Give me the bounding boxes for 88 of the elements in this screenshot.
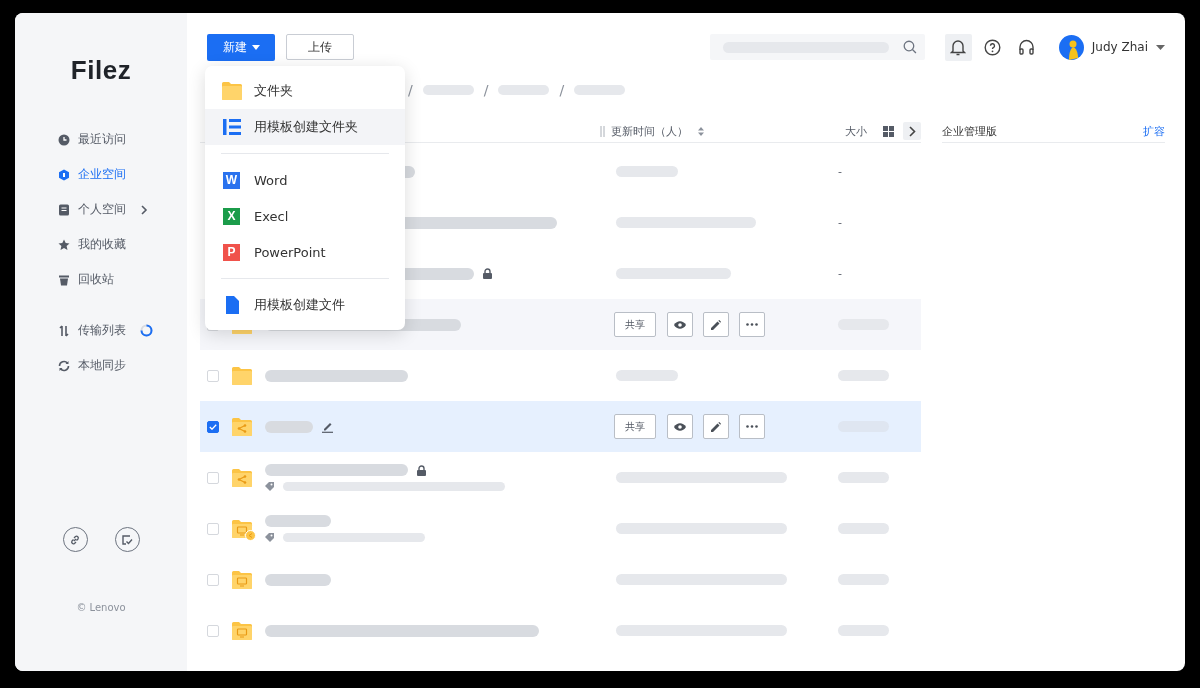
preview-button[interactable] [667,312,693,337]
breadcrumb-separator: / [408,82,413,98]
more-icon [746,323,758,326]
expand-panel-button[interactable] [903,122,921,140]
placeholder-bar [574,85,626,95]
pencil-icon [711,319,721,330]
breadcrumb-separator: / [483,82,489,98]
shared-folder-icon [232,468,252,487]
eye-icon [674,422,686,431]
link-icon [69,533,81,546]
star-icon [58,238,70,251]
user-menu[interactable]: Judy Zhai [1058,34,1165,60]
upload-button[interactable]: 上传 [286,34,354,60]
search-icon [902,40,917,54]
monitor-folder-icon [232,621,252,640]
placeholder-bar [498,85,550,95]
caret-icon [251,44,260,50]
edit-button[interactable] [703,414,729,439]
sidebar-item[interactable]: 我的收藏 [58,227,187,262]
placeholder-bar [616,166,678,177]
shared-monitor-folder-icon [232,519,256,541]
eye-icon [674,320,686,329]
folder-icon [222,82,242,100]
file-type-icon: W [223,171,240,189]
new-button[interactable]: 新建 [207,33,275,61]
pencil-icon [711,421,721,432]
user-name: Judy Zhai [1091,40,1148,54]
preview-button[interactable] [667,414,693,439]
shared-folder-icon [232,417,252,436]
menu-item[interactable]: X Execl [205,198,405,234]
placeholder-bar [265,573,331,586]
hexagon-icon [58,168,70,181]
size-text: - [838,267,842,280]
sidebar-item[interactable]: 回收站 [58,262,187,297]
column-header[interactable]: 大小 [845,123,867,139]
placeholder-bar [265,515,331,527]
column-resize-handle[interactable] [600,125,605,137]
menu-item[interactable]: P PowerPoint [205,234,405,270]
breadcrumb-separator: / [559,82,565,98]
notification-button[interactable] [944,33,972,61]
more-button[interactable] [739,312,765,337]
chevron-right-icon [140,204,148,215]
monitor-folder-icon [232,570,252,589]
menu-item[interactable]: 文件夹 [205,73,405,109]
folder-icon [232,366,252,385]
checkbox[interactable] [207,420,219,433]
bell-icon [950,38,967,56]
sort-icon[interactable] [698,126,704,136]
edit-button[interactable] [703,312,729,337]
expand-capacity-link[interactable]: 扩容 [1143,123,1165,139]
copyright-text: © Lenovo [76,602,126,613]
sidebar-item[interactable]: 传输列表 [58,313,187,348]
sidebar-item[interactable]: 个人空间 [58,192,187,227]
sidebar-item[interactable]: 本地同步 [58,348,187,383]
avatar-icon [1058,34,1084,60]
chevron-right-icon [908,125,916,137]
headset-icon [1017,38,1035,56]
menu-item[interactable]: 用模板创建文件夹 [205,109,405,145]
sidebar-item[interactable]: 企业空间 [58,157,187,192]
transfer-icon [58,324,70,337]
menu-item[interactable]: W Word [205,162,405,198]
share-button[interactable]: 共享 [614,414,656,439]
table-row[interactable]: 共享 [200,401,921,452]
trash-icon [58,273,70,286]
more-icon [746,425,758,428]
help-icon [983,38,1001,56]
search-field[interactable] [709,34,925,60]
app-logo: Filez [70,55,132,86]
column-header[interactable]: 更新时间（人） [611,123,688,139]
clock-icon [58,133,70,146]
placeholder-bar [265,420,313,433]
share-button[interactable]: 共享 [614,312,656,337]
book-icon [58,203,70,216]
caret-icon [1156,44,1165,50]
size-text: - [838,165,842,178]
placeholder-bar [422,85,474,95]
file-type-icon: X [223,207,240,225]
grid-view-icon[interactable] [883,125,894,137]
document-check-icon [121,533,133,546]
panel-title: 企业管理版 [942,123,997,139]
check-icon [209,423,217,430]
sync-icon [58,359,70,372]
size-text: - [838,216,842,229]
file-type-icon: P [223,243,240,261]
sidebar-item[interactable]: 最近访问 [58,122,187,157]
more-button[interactable] [739,414,765,439]
template-icon [222,118,242,136]
placeholder-bar [616,370,678,381]
